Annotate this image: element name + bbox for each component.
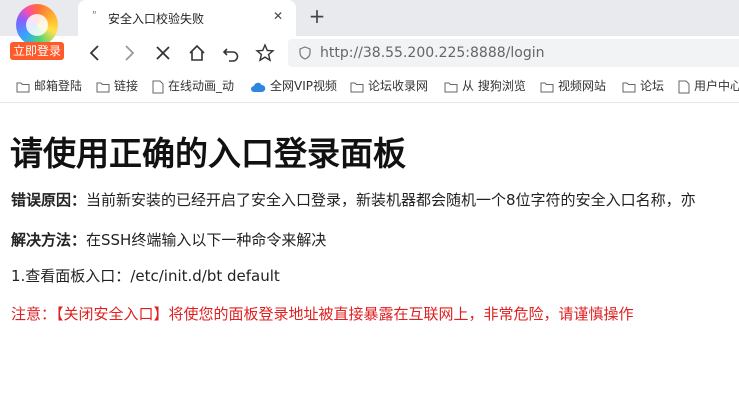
new-tab-button[interactable]: + <box>306 5 328 27</box>
stop-x-icon <box>156 46 170 60</box>
bookmark-item[interactable]: 链接 <box>96 78 138 94</box>
bookmarks-bar: 邮箱登陆 链接 在线动画_动 全网VIP视频 论坛收录网 从 搜狗浏览 视频网站… <box>0 70 739 103</box>
bookmark-item[interactable]: 论坛 <box>622 78 664 94</box>
warning-note: 注意：【关闭安全入口】将使您的面板登录地址被直接暴露在互联网上，非常危险，请谨慎… <box>11 305 634 323</box>
address-bar[interactable]: http://38.55.200.225:8888/login <box>288 39 739 67</box>
folder-icon <box>540 82 554 92</box>
page-icon <box>152 80 164 93</box>
forward-arrow-icon <box>125 45 135 61</box>
security-shield-icon <box>299 46 311 60</box>
tab-current[interactable]: " 安全入口校验失败 ✕ <box>78 0 296 36</box>
back-button[interactable] <box>82 40 108 66</box>
browser-toolbar: http://38.55.200.225:8888/login <box>0 36 739 70</box>
address-url[interactable]: http://38.55.200.225:8888/login <box>320 45 544 61</box>
folder-icon <box>350 82 364 92</box>
folder-icon <box>16 82 30 92</box>
undo-icon <box>222 48 239 62</box>
solution-label: 解决方法： <box>11 231 87 249</box>
bookmark-item[interactable]: 在线动画_动 <box>152 78 234 94</box>
error-reason: 错误原因：当前新安装的已经开启了安全入口登录，新装机器都会随机一个8位字符的安全… <box>11 189 696 210</box>
tab-strip: " 安全入口校验失败 ✕ + <box>0 0 739 36</box>
folder-icon <box>622 82 636 92</box>
cloud-icon <box>251 82 266 92</box>
solution-text: 在SSH终端输入以下一种命令来解决 <box>86 231 327 249</box>
login-badge-button[interactable]: 立即登录 <box>10 42 64 60</box>
bookmark-item[interactable]: 从 搜狗浏览 <box>444 78 526 94</box>
step-1-label: 1.查看面板入口： <box>11 267 131 285</box>
bookmark-item[interactable]: 全网VIP视频 <box>250 78 337 94</box>
folder-icon <box>96 82 110 92</box>
error-reason-text: 当前新安装的已经开启了安全入口登录，新装机器都会随机一个8位字符的安全入口名称，… <box>86 191 696 209</box>
star-icon <box>255 43 275 62</box>
tab-close-icon[interactable]: ✕ <box>270 8 286 24</box>
page-favicon-icon: " <box>92 10 97 21</box>
page-title: 请使用正确的入口登录面板 <box>10 134 406 173</box>
step-1-command: /etc/init.d/bt default <box>130 267 280 285</box>
forward-button[interactable] <box>116 40 142 66</box>
step-1: 1.查看面板入口：/etc/init.d/bt default <box>11 265 280 286</box>
home-icon <box>189 44 205 61</box>
bookmark-item[interactable]: 论坛收录网 <box>350 78 428 94</box>
favorite-button[interactable] <box>252 40 278 66</box>
page-content: 请使用正确的入口登录面板 错误原因：当前新安装的已经开启了安全入口登录，新装机器… <box>0 103 739 414</box>
bookmark-item[interactable]: 用户中心 <box>678 78 739 94</box>
page-icon <box>678 80 690 93</box>
solution: 解决方法：在SSH终端输入以下一种命令来解决 <box>11 229 326 250</box>
bookmark-item[interactable]: 视频网站 <box>540 78 606 94</box>
error-reason-label: 错误原因： <box>11 191 87 209</box>
stop-button[interactable] <box>150 40 176 66</box>
back-arrow-icon <box>89 45 99 61</box>
folder-icon <box>444 82 458 92</box>
undo-button[interactable] <box>218 40 244 66</box>
bookmark-item[interactable]: 邮箱登陆 <box>16 78 82 94</box>
home-button[interactable] <box>184 40 210 66</box>
tab-title: 安全入口校验失败 <box>108 12 205 26</box>
